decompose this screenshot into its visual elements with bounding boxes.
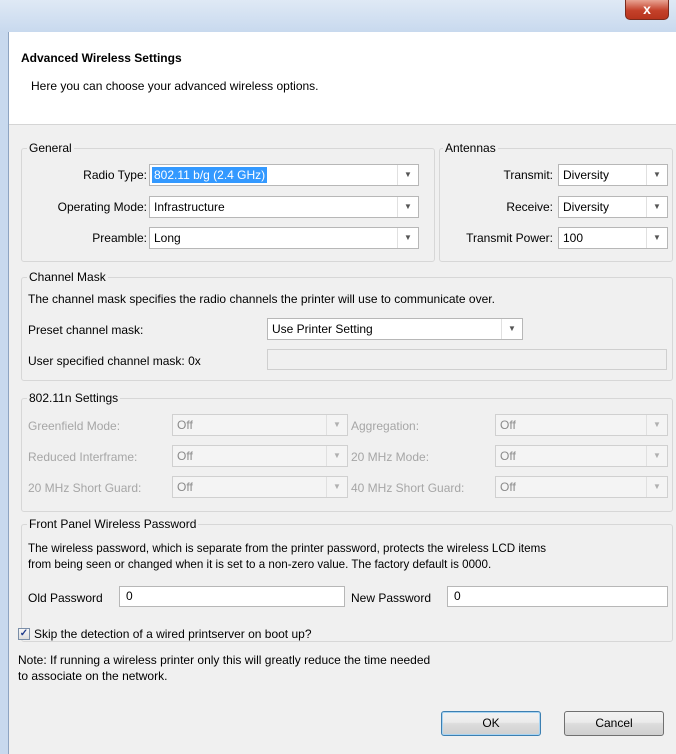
preamble-value: Long [154,231,181,245]
short-guard-40mhz-label: 40 MHz Short Guard: [351,481,465,495]
mode-20mhz-select[interactable]: Off ▼ [495,445,668,467]
dropdown-arrow-icon: ▼ [397,228,418,248]
preamble-label: Preamble: [92,231,147,245]
dropdown-arrow-icon: ▼ [397,197,418,217]
aggregation-value: Off [500,418,516,432]
ok-button[interactable]: OK [441,711,541,736]
radio-type-label: Radio Type: [83,168,147,182]
transmit-label: Transmit: [503,168,553,182]
window-left-frame [0,32,8,754]
dropdown-arrow-icon: ▼ [326,446,347,466]
dropdown-arrow-icon: ▼ [646,415,667,435]
dropdown-arrow-icon: ▼ [646,446,667,466]
receive-select[interactable]: Diversity ▼ [558,196,668,218]
receive-label: Receive: [506,200,553,214]
short-guard-20mhz-label: 20 MHz Short Guard: [28,481,142,495]
skip-detection-checkbox[interactable]: ✓ [18,628,30,640]
preamble-select[interactable]: Long ▼ [149,227,419,249]
operating-mode-value: Infrastructure [154,200,225,214]
reduced-interframe-label: Reduced Interframe: [28,450,138,464]
mode-20mhz-value: Off [500,449,516,463]
skip-detection-label[interactable]: Skip the detection of a wired printserve… [34,626,312,642]
dropdown-arrow-icon: ▼ [646,228,667,248]
short-guard-40mhz-select[interactable]: Off ▼ [495,476,668,498]
dialog-body: Advanced Wireless Settings Here you can … [8,32,676,754]
short-guard-20mhz-select[interactable]: Off ▼ [172,476,348,498]
aggregation-label: Aggregation: [351,419,420,433]
greenfield-mode-select[interactable]: Off ▼ [172,414,348,436]
dialog-title: Advanced Wireless Settings [21,51,182,65]
dropdown-arrow-icon: ▼ [326,477,347,497]
front-panel-legend: Front Panel Wireless Password [27,517,199,531]
general-legend: General [27,141,74,155]
channel-mask-legend: Channel Mask [27,270,108,284]
preset-channel-mask-value: Use Printer Setting [272,322,373,336]
receive-value: Diversity [563,200,610,214]
old-password-label: Old Password [28,591,103,605]
old-password-input[interactable]: 0 [119,586,345,607]
dropdown-arrow-icon: ▼ [646,165,667,185]
title-bar: x [0,0,676,32]
dropdown-arrow-icon: ▼ [646,197,667,217]
greenfield-mode-label: Greenfield Mode: [28,419,121,433]
preset-channel-mask-select[interactable]: Use Printer Setting ▼ [267,318,523,340]
dialog-header: Advanced Wireless Settings Here you can … [9,32,676,125]
transmit-power-value: 100 [563,231,584,245]
user-channel-mask-input[interactable] [267,349,667,370]
greenfield-mode-value: Off [177,418,193,432]
dropdown-arrow-icon: ▼ [397,165,418,185]
channel-mask-description: The channel mask specifies the radio cha… [28,292,495,306]
short-guard-20mhz-value: Off [177,480,193,494]
dialog-subtitle: Here you can choose your advanced wirele… [31,79,319,93]
radio-type-value: 802.11 b/g (2.4 GHz) [152,167,268,183]
new-password-label: New Password [351,591,432,605]
cancel-button[interactable]: Cancel [564,711,664,736]
antennas-legend: Antennas [443,141,498,155]
operating-mode-select[interactable]: Infrastructure ▼ [149,196,419,218]
reduced-interframe-value: Off [177,449,193,463]
note-line2: to associate on the network. [18,669,168,683]
transmit-value: Diversity [563,168,610,182]
n-settings-legend: 802.11n Settings [27,391,121,405]
dropdown-arrow-icon: ▼ [646,477,667,497]
front-panel-description-line2: from being seen or changed when it is se… [28,558,492,571]
reduced-interframe-select[interactable]: Off ▼ [172,445,348,467]
dropdown-arrow-icon: ▼ [501,319,522,339]
dropdown-arrow-icon: ▼ [326,415,347,435]
mode-20mhz-label: 20 MHz Mode: [351,450,430,464]
new-password-input[interactable]: 0 [447,586,668,607]
close-button[interactable]: x [625,0,669,20]
note-line1: Note: If running a wireless printer only… [18,653,431,667]
front-panel-description-line1: The wireless password, which is separate… [28,542,547,555]
radio-type-select[interactable]: 802.11 b/g (2.4 GHz) ▼ [149,164,419,186]
user-channel-mask-label: User specified channel mask: 0x [28,354,201,368]
aggregation-select[interactable]: Off ▼ [495,414,668,436]
transmit-power-select[interactable]: 100 ▼ [558,227,668,249]
transmit-select[interactable]: Diversity ▼ [558,164,668,186]
short-guard-40mhz-value: Off [500,480,516,494]
preset-channel-mask-label: Preset channel mask: [28,323,144,337]
operating-mode-label: Operating Mode: [57,200,147,214]
transmit-power-label: Transmit Power: [466,231,553,245]
